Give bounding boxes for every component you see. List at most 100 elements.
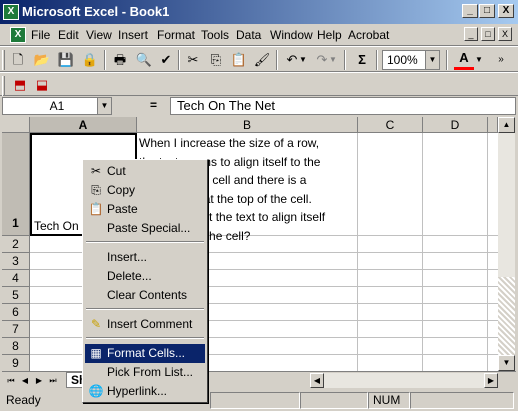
- chevron-down-icon[interactable]: ▼: [97, 98, 111, 114]
- copy-icon: ⎘: [91, 183, 101, 197]
- font-color-icon[interactable]: A: [454, 50, 474, 70]
- pdf-email-icon[interactable]: ⬓: [32, 75, 52, 95]
- scroll-right-icon[interactable]: ▶: [484, 373, 498, 388]
- workbook-icon[interactable]: X: [10, 27, 26, 43]
- row-header-7[interactable]: 7: [2, 321, 30, 338]
- paste-icon: 📋: [88, 202, 104, 216]
- scroll-track[interactable]: [498, 277, 515, 357]
- menu-help[interactable]: Help: [317, 28, 342, 42]
- menu-tools[interactable]: Tools: [201, 28, 229, 42]
- copy-icon[interactable]: ⎘: [206, 50, 226, 70]
- toolbar-grip[interactable]: [2, 76, 5, 96]
- doc-restore-button[interactable]: □: [481, 27, 495, 41]
- row-header-8[interactable]: 8: [2, 338, 30, 355]
- row-header-4[interactable]: 4: [2, 270, 30, 287]
- context-menu: ✂ Cut ⎘ Copy 📋 Paste Paste Special... Inser…: [82, 159, 208, 403]
- autosum-icon[interactable]: Σ: [352, 50, 372, 70]
- format-painter-icon[interactable]: 🖌: [252, 50, 272, 70]
- scroll-up-icon[interactable]: ▲: [498, 117, 515, 133]
- separator: [276, 50, 278, 70]
- menu-insert[interactable]: Insert: [118, 28, 148, 42]
- pdf-convert-icon[interactable]: ⬒: [10, 75, 30, 95]
- worksheet-grid[interactable]: A B C D 1 2 3 4 5 6 7 8 9 When I increas…: [2, 117, 498, 371]
- comment-icon: ✎: [90, 317, 102, 331]
- gridline: [422, 133, 423, 371]
- scroll-left-icon[interactable]: ◀: [310, 373, 324, 388]
- doc-minimize-button[interactable]: _: [464, 27, 478, 41]
- chevron-down-icon[interactable]: ▼: [425, 51, 439, 69]
- zoom-select[interactable]: 100% ▼: [382, 50, 440, 70]
- toolbar-grip[interactable]: [2, 50, 5, 70]
- zoom-value: 100%: [387, 53, 418, 67]
- scroll-down-icon[interactable]: ▼: [498, 355, 515, 371]
- menu-view[interactable]: View: [86, 28, 112, 42]
- vertical-scrollbar[interactable]: ▲ ▼: [498, 117, 515, 371]
- row-header-3[interactable]: 3: [2, 253, 30, 270]
- name-box[interactable]: A1 ▼: [2, 97, 112, 115]
- permission-icon[interactable]: 🔒: [80, 50, 100, 70]
- status-panel: [410, 392, 514, 409]
- font-color-dropdown-icon[interactable]: ▼: [474, 50, 484, 70]
- menu-data[interactable]: Data: [236, 28, 261, 42]
- menu-format-cells[interactable]: ▦ Format Cells...: [85, 344, 205, 363]
- menu-hyperlink[interactable]: 🌐 Hyperlink...: [85, 382, 205, 401]
- menu-clear-contents[interactable]: Clear Contents: [85, 286, 205, 305]
- save-icon[interactable]: 💾: [56, 50, 76, 70]
- separator: [344, 50, 346, 70]
- open-icon[interactable]: 📂: [32, 50, 52, 70]
- menu-copy[interactable]: ⎘ Copy: [85, 181, 205, 200]
- print-preview-icon[interactable]: 🔍: [134, 50, 154, 70]
- horizontal-scroll-track[interactable]: [324, 373, 484, 388]
- menu-paste-special[interactable]: Paste Special...: [85, 219, 205, 238]
- column-header-a[interactable]: A: [30, 117, 137, 133]
- spelling-icon[interactable]: ✔: [156, 50, 176, 70]
- name-box-value: A1: [49, 99, 65, 113]
- menu-pick-from-list[interactable]: Pick From List...: [85, 363, 205, 382]
- menu-insert-cells[interactable]: Insert...: [85, 248, 205, 267]
- menu-insert-comment[interactable]: ✎ Insert Comment: [85, 315, 205, 334]
- next-sheet-icon[interactable]: ▶: [32, 374, 46, 387]
- separator: [376, 50, 378, 70]
- column-header-b[interactable]: B: [137, 117, 358, 133]
- select-all-corner[interactable]: [2, 117, 30, 133]
- menu-delete[interactable]: Delete...: [85, 267, 205, 286]
- new-icon[interactable]: 🗋: [8, 50, 28, 70]
- menu-cut[interactable]: ✂ Cut: [85, 162, 205, 181]
- close-button[interactable]: X: [498, 4, 514, 18]
- row-header-2[interactable]: 2: [2, 236, 30, 253]
- column-header-e[interactable]: [488, 117, 498, 133]
- undo-dropdown-icon[interactable]: ▼: [298, 50, 308, 70]
- column-header-d[interactable]: D: [423, 117, 488, 133]
- row-header-9[interactable]: 9: [2, 355, 30, 371]
- menu-format[interactable]: Format: [157, 28, 195, 42]
- status-ready: Ready: [6, 393, 41, 407]
- formula-input[interactable]: Tech On The Net: [170, 97, 516, 115]
- menu-file[interactable]: File: [31, 28, 50, 42]
- status-num: NUM: [368, 392, 410, 409]
- menu-edit[interactable]: Edit: [58, 28, 79, 42]
- row-header-5[interactable]: 5: [2, 287, 30, 304]
- separator: [446, 50, 448, 70]
- pdf-toolbar: ⬒ ⬓: [0, 72, 518, 96]
- redo-dropdown-icon[interactable]: ▼: [328, 50, 338, 70]
- minimize-button[interactable]: _: [462, 4, 478, 18]
- menu-acrobat[interactable]: Acrobat: [348, 28, 389, 42]
- gridline: [487, 133, 488, 371]
- paste-icon[interactable]: 📋: [229, 50, 249, 70]
- menu-window[interactable]: Window: [270, 28, 313, 42]
- prev-sheet-icon[interactable]: ◀: [18, 374, 32, 387]
- maximize-button[interactable]: □: [479, 4, 495, 18]
- menu-separator: [86, 308, 204, 310]
- menu-paste[interactable]: 📋 Paste: [85, 200, 205, 219]
- doc-close-button[interactable]: X: [498, 27, 512, 41]
- last-sheet-icon[interactable]: ⏭: [46, 374, 60, 387]
- cut-icon[interactable]: ✂: [183, 50, 203, 70]
- excel-app-icon[interactable]: X: [3, 4, 19, 20]
- toolbar-options-icon[interactable]: »: [494, 50, 508, 70]
- separator: [178, 50, 180, 70]
- row-header-6[interactable]: 6: [2, 304, 30, 321]
- row-header-1[interactable]: 1: [2, 133, 30, 236]
- print-icon[interactable]: 🖶: [110, 50, 130, 70]
- column-header-c[interactable]: C: [358, 117, 423, 133]
- first-sheet-icon[interactable]: ⏮: [4, 374, 18, 387]
